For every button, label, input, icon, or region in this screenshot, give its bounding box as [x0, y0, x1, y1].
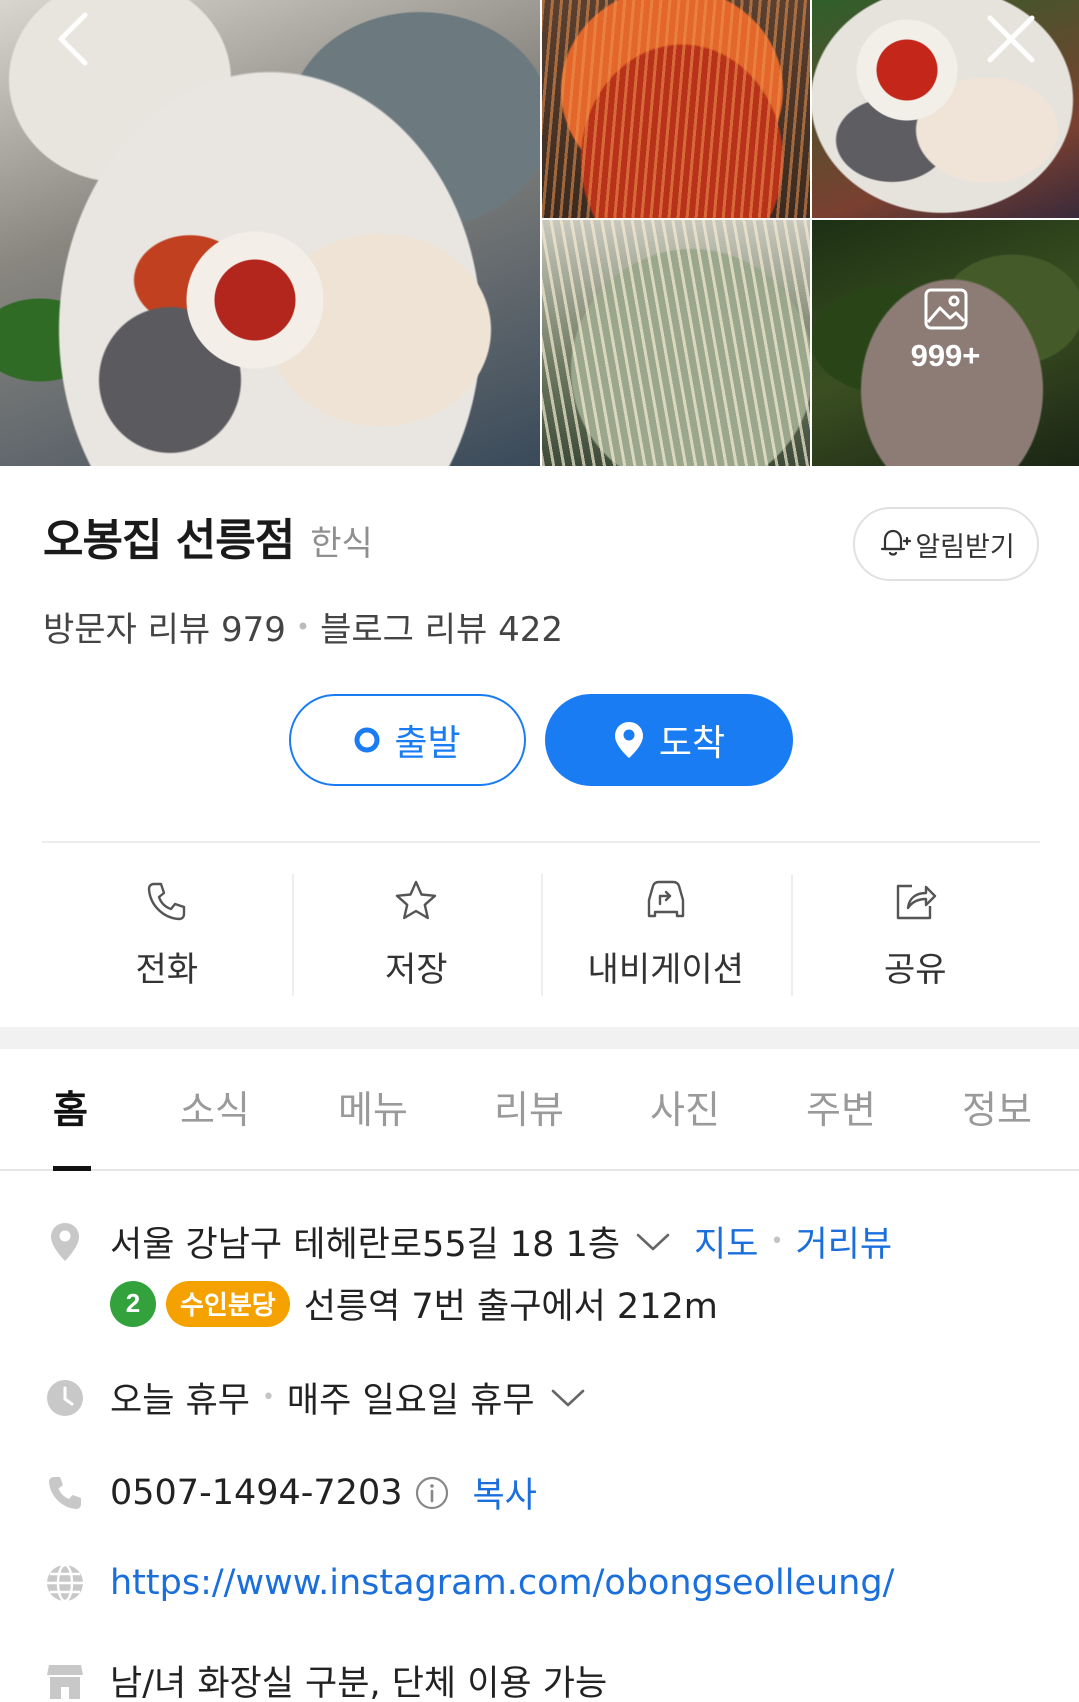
phone-icon [44, 1472, 86, 1514]
navigation-label: 내비게이션 [587, 950, 744, 990]
tab-info[interactable]: 정보 [962, 1079, 1032, 1134]
subway-line-2-badge: 2 [110, 1280, 156, 1327]
hours-row[interactable]: 오늘 휴무 • 매주 일요일 휴무 [44, 1372, 585, 1423]
amenities-text: 남/녀 화장실 구분, 단체 이용 가능 [110, 1664, 608, 1702]
blog-reviews-link[interactable]: 블로그 리뷰 422 [320, 602, 563, 651]
hours-status: 오늘 휴무 [110, 1381, 250, 1421]
phone-number[interactable]: 0507-1494-7203 [110, 1473, 402, 1513]
star-icon [393, 874, 439, 928]
more-photos-button[interactable]: 999+ [812, 288, 1079, 374]
active-tab-indicator [53, 1166, 91, 1171]
share-label: 공유 [883, 950, 947, 990]
subway-directions: 선릉역 7번 출구에서 212m [303, 1287, 718, 1327]
origin-dot-icon [354, 727, 380, 753]
address-text: 서울 강남구 테헤란로55길 18 1층 [110, 1225, 621, 1265]
store-icon [44, 1660, 86, 1702]
close-button[interactable] [976, 6, 1046, 76]
notify-button[interactable]: 알림받기 [853, 507, 1039, 581]
address-row: 서울 강남구 테헤란로55길 18 1층 지도 • 거리뷰 [44, 1216, 892, 1267]
more-photos-count: 999+ [910, 338, 981, 373]
chevron-left-icon [55, 11, 91, 71]
navigation-button[interactable]: 내비게이션 [541, 874, 791, 996]
image-icon [812, 288, 1079, 330]
phone-icon [145, 874, 189, 928]
amenities-row: 남/녀 화장실 구분, 단체 이용 가능 [44, 1655, 607, 1702]
save-label: 저장 [384, 950, 448, 990]
chevron-down-icon[interactable] [551, 1388, 585, 1408]
close-icon [986, 14, 1036, 68]
separator-dot: • [770, 1229, 784, 1254]
separator-dot: • [261, 1385, 275, 1410]
subway-line-suin-bundang-badge: 수인분당 [166, 1280, 290, 1327]
copy-phone-button[interactable]: 복사 [472, 1467, 536, 1518]
info-circle-icon[interactable] [414, 1475, 450, 1511]
review-summary: 방문자 리뷰 979 • 블로그 리뷰 422 [43, 602, 563, 651]
tab-bar: 홈 소식 메뉴 리뷰 사진 주변 정보 [0, 1049, 1079, 1171]
globe-icon [44, 1562, 86, 1604]
visitor-reviews-link[interactable]: 방문자 리뷰 979 [43, 602, 286, 651]
arrive-button[interactable]: 도착 [545, 694, 793, 786]
bell-plus-icon [877, 525, 912, 563]
hours-detail: 매주 일요일 휴무 [286, 1381, 535, 1421]
share-icon [892, 874, 938, 928]
photo-gallery: 999+ [0, 0, 1079, 466]
phone-row: 0507-1494-7203 복사 [44, 1467, 537, 1518]
separator-dot: • [295, 612, 311, 641]
tab-nearby[interactable]: 주변 [806, 1079, 876, 1134]
chevron-down-icon[interactable] [636, 1232, 670, 1252]
location-pin-icon [613, 720, 645, 760]
notify-label: 알림받기 [915, 531, 1015, 563]
save-button[interactable]: 저장 [291, 874, 542, 996]
share-button[interactable]: 공유 [790, 874, 1041, 996]
tab-photos[interactable]: 사진 [650, 1079, 720, 1134]
place-category: 한식 [310, 524, 373, 564]
depart-button[interactable]: 출발 [289, 694, 526, 786]
title-row: 오봉집 선릉점 한식 [43, 504, 373, 568]
map-pin-icon [44, 1221, 86, 1263]
tab-reviews[interactable]: 리뷰 [494, 1079, 564, 1134]
place-name: 오봉집 선릉점 [43, 515, 295, 566]
call-label: 전화 [135, 950, 199, 990]
action-bar: 전화 저장 내비게이션 공유 [42, 874, 1040, 996]
photo-noodles[interactable] [542, 0, 810, 218]
tab-news[interactable]: 소식 [180, 1079, 250, 1134]
photo-hotpot[interactable] [542, 220, 810, 466]
map-link[interactable]: 지도 [694, 1216, 758, 1267]
section-divider [0, 1027, 1079, 1049]
depart-label: 출발 [394, 723, 461, 764]
back-button[interactable] [38, 6, 108, 76]
website-link[interactable]: https://www.instagram.com/obongseolleung… [110, 1563, 894, 1603]
call-button[interactable]: 전화 [42, 874, 292, 996]
car-navigation-icon [641, 874, 691, 928]
subway-row: 2 수인분당 선릉역 7번 출구에서 212m [110, 1278, 718, 1329]
tab-home[interactable]: 홈 [53, 1079, 88, 1134]
streetview-link[interactable]: 거리뷰 [795, 1216, 892, 1267]
arrive-label: 도착 [658, 723, 726, 764]
tab-menu[interactable]: 메뉴 [338, 1079, 408, 1134]
clock-icon [44, 1377, 86, 1419]
divider [42, 841, 1040, 843]
website-row: https://www.instagram.com/obongseolleung… [44, 1562, 894, 1604]
